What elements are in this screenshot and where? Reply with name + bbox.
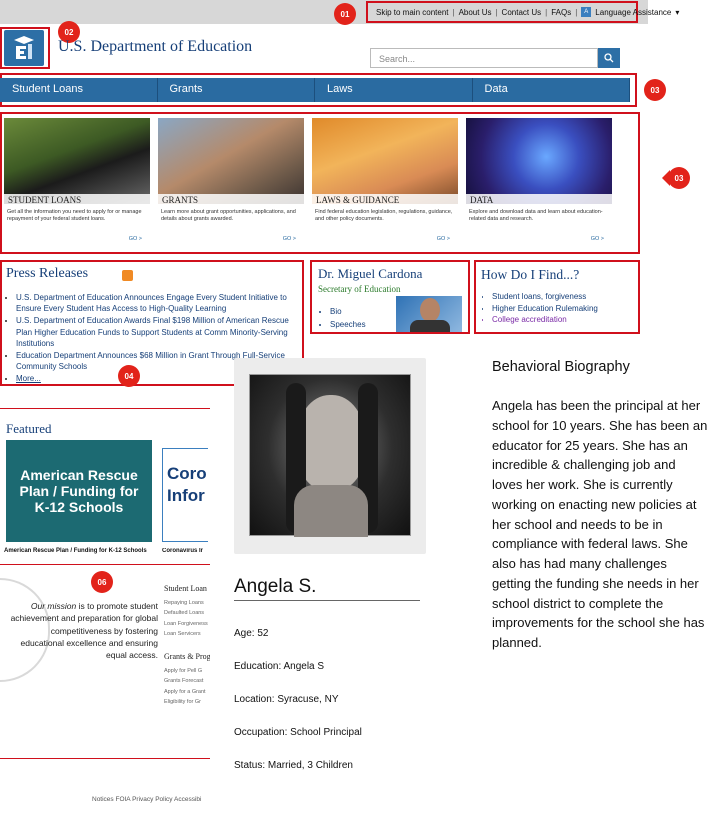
- rss-icon[interactable]: [122, 270, 133, 281]
- card-description: Get all the information you need to appl…: [7, 209, 142, 223]
- data-network-image: [466, 118, 612, 204]
- persona-name: Angela S.: [234, 576, 317, 597]
- chevron-down-icon: ▾: [675, 7, 680, 17]
- about-link[interactable]: About Us: [459, 8, 492, 17]
- mission-divider: [0, 564, 210, 565]
- card-caption: DATA: [466, 194, 612, 206]
- search-icon: [604, 53, 614, 63]
- footer-link[interactable]: Defaulted Loans: [164, 608, 210, 618]
- card-description: Learn more about grant opportunities, ap…: [161, 209, 296, 223]
- featured-divider: [0, 408, 210, 409]
- bio-heading: Behavioral Biography: [492, 359, 630, 375]
- howdoi-list: Student loans, forgiveness Higher Educat…: [482, 291, 632, 329]
- card-laws-guidance[interactable]: LAWS & GUIDANCE Find federal education l…: [312, 118, 458, 246]
- featured-caption-2[interactable]: Coronavirus Ir: [162, 548, 208, 554]
- search-button[interactable]: [598, 48, 620, 68]
- persona-status: Status: Married, 3 Children: [234, 760, 353, 771]
- card-grants[interactable]: GRANTS Learn more about grant opportunit…: [158, 118, 304, 246]
- mission-statement: Our mission is to promote student achiev…: [10, 601, 158, 661]
- search-input[interactable]: Search...: [370, 48, 598, 68]
- footer-link[interactable]: Loan Servicers: [164, 629, 210, 639]
- card-description: Explore and download data and learn abou…: [469, 209, 603, 223]
- ed-logo-icon[interactable]: [4, 30, 44, 66]
- card-go-link[interactable]: GO >: [283, 236, 296, 242]
- card-go-link[interactable]: GO >: [437, 236, 450, 242]
- student-image: [312, 118, 458, 204]
- secretary-title: Secretary of Education: [318, 284, 401, 294]
- footer-group1: Repaying Loans Defaulted Loans Loan Forg…: [164, 598, 210, 640]
- language-icon: A: [581, 7, 592, 17]
- marker-06: 06: [91, 571, 113, 593]
- persona-age: Age: 52: [234, 628, 269, 639]
- main-nav: Student Loans Grants Laws Data: [0, 78, 630, 102]
- graduate-image: [4, 118, 150, 204]
- card-description: Find federal education legislation, regu…: [315, 209, 453, 223]
- card-caption: LAWS & GUIDANCE: [312, 194, 458, 206]
- card-data[interactable]: DATA Explore and download data and learn…: [466, 118, 612, 246]
- secretary-bio-link[interactable]: Bio: [330, 306, 366, 319]
- nav-data[interactable]: Data: [473, 78, 630, 102]
- utility-nav: Skip to main content | About Us | Contact …: [376, 7, 680, 17]
- howdoi-title: How Do I Find...?: [481, 267, 580, 282]
- nav-laws[interactable]: Laws: [315, 78, 473, 102]
- footer-link[interactable]: Grants Forecast: [164, 676, 210, 686]
- nav-student-loans[interactable]: Student Loans: [0, 78, 158, 102]
- featured-title: Featured: [6, 421, 52, 436]
- language-assistance-link[interactable]: Language Assistance: [595, 8, 671, 17]
- footer-group2-title: Grants & Prog: [164, 652, 210, 661]
- persona-location: Location: Syracuse, NY: [234, 694, 339, 705]
- footer-link[interactable]: Eligibility for Gr: [164, 697, 210, 707]
- footer-group2: Apply for Pell G Grants Forecast Apply f…: [164, 666, 210, 708]
- marker-01: 01: [334, 3, 356, 25]
- card-caption: STUDENT LOANS: [4, 194, 150, 206]
- footer-link[interactable]: Apply for a Grant: [164, 687, 210, 697]
- classroom-image: [158, 118, 304, 204]
- howdoi-item[interactable]: Student loans, forgiveness: [492, 291, 632, 303]
- secretary-photo: [396, 296, 462, 332]
- bio-text: Angela has been the principal at her sch…: [492, 398, 708, 650]
- featured-tile-coronavirus[interactable]: Coro Infor: [162, 448, 208, 542]
- howdoi-item[interactable]: College accreditation: [492, 314, 632, 326]
- card-go-link[interactable]: GO >: [129, 236, 142, 242]
- secretary-links: Bio Speeches: [330, 306, 366, 332]
- nav-grants[interactable]: Grants: [158, 78, 315, 102]
- marker-04: 04: [118, 365, 140, 387]
- footer-group1-title: Student Loan: [164, 584, 207, 593]
- marker-03-nav: 03: [644, 79, 666, 101]
- persona-board: Skip to main content | About Us | Contact …: [0, 0, 712, 814]
- skip-link[interactable]: Skip to main content: [376, 8, 448, 17]
- persona-divider: [234, 600, 420, 601]
- footer-link[interactable]: Repaying Loans: [164, 598, 210, 608]
- press-item[interactable]: U.S. Department of Education Announces E…: [16, 292, 302, 314]
- persona-education: Education: Angela S: [234, 661, 325, 672]
- card-caption: GRANTS: [158, 194, 304, 206]
- bottom-footer-links[interactable]: Notices FOIA Privacy Policy Accessibi: [92, 796, 210, 803]
- contact-link[interactable]: Contact Us: [502, 8, 542, 17]
- footer-link[interactable]: Loan Forgiveness: [164, 619, 210, 629]
- featured-tile-rescue-plan[interactable]: American Rescue Plan / Funding for K-12 …: [6, 440, 152, 542]
- secretary-speeches-link[interactable]: Speeches: [330, 319, 366, 332]
- footer-link[interactable]: Apply for Pell G: [164, 666, 210, 676]
- persona-portrait: [249, 374, 411, 537]
- marker-03-cards: 03: [668, 167, 690, 189]
- press-item[interactable]: U.S. Department of Education Awards Fina…: [16, 315, 302, 349]
- faqs-link[interactable]: FAQs: [551, 8, 571, 17]
- card-go-link[interactable]: GO >: [591, 236, 604, 242]
- card-student-loans[interactable]: STUDENT LOANS Get all the information yo…: [4, 118, 150, 246]
- press-title: Press Releases: [6, 266, 89, 281]
- agency-name[interactable]: U.S. Department of Education: [58, 38, 252, 56]
- persona-occupation: Occupation: School Principal: [234, 727, 362, 738]
- howdoi-item[interactable]: Higher Education Rulemaking: [492, 303, 632, 315]
- footer-divider: [0, 758, 210, 759]
- featured-caption-1[interactable]: American Rescue Plan / Funding for K-12 …: [4, 548, 147, 554]
- secretary-name[interactable]: Dr. Miguel Cardona: [318, 266, 422, 282]
